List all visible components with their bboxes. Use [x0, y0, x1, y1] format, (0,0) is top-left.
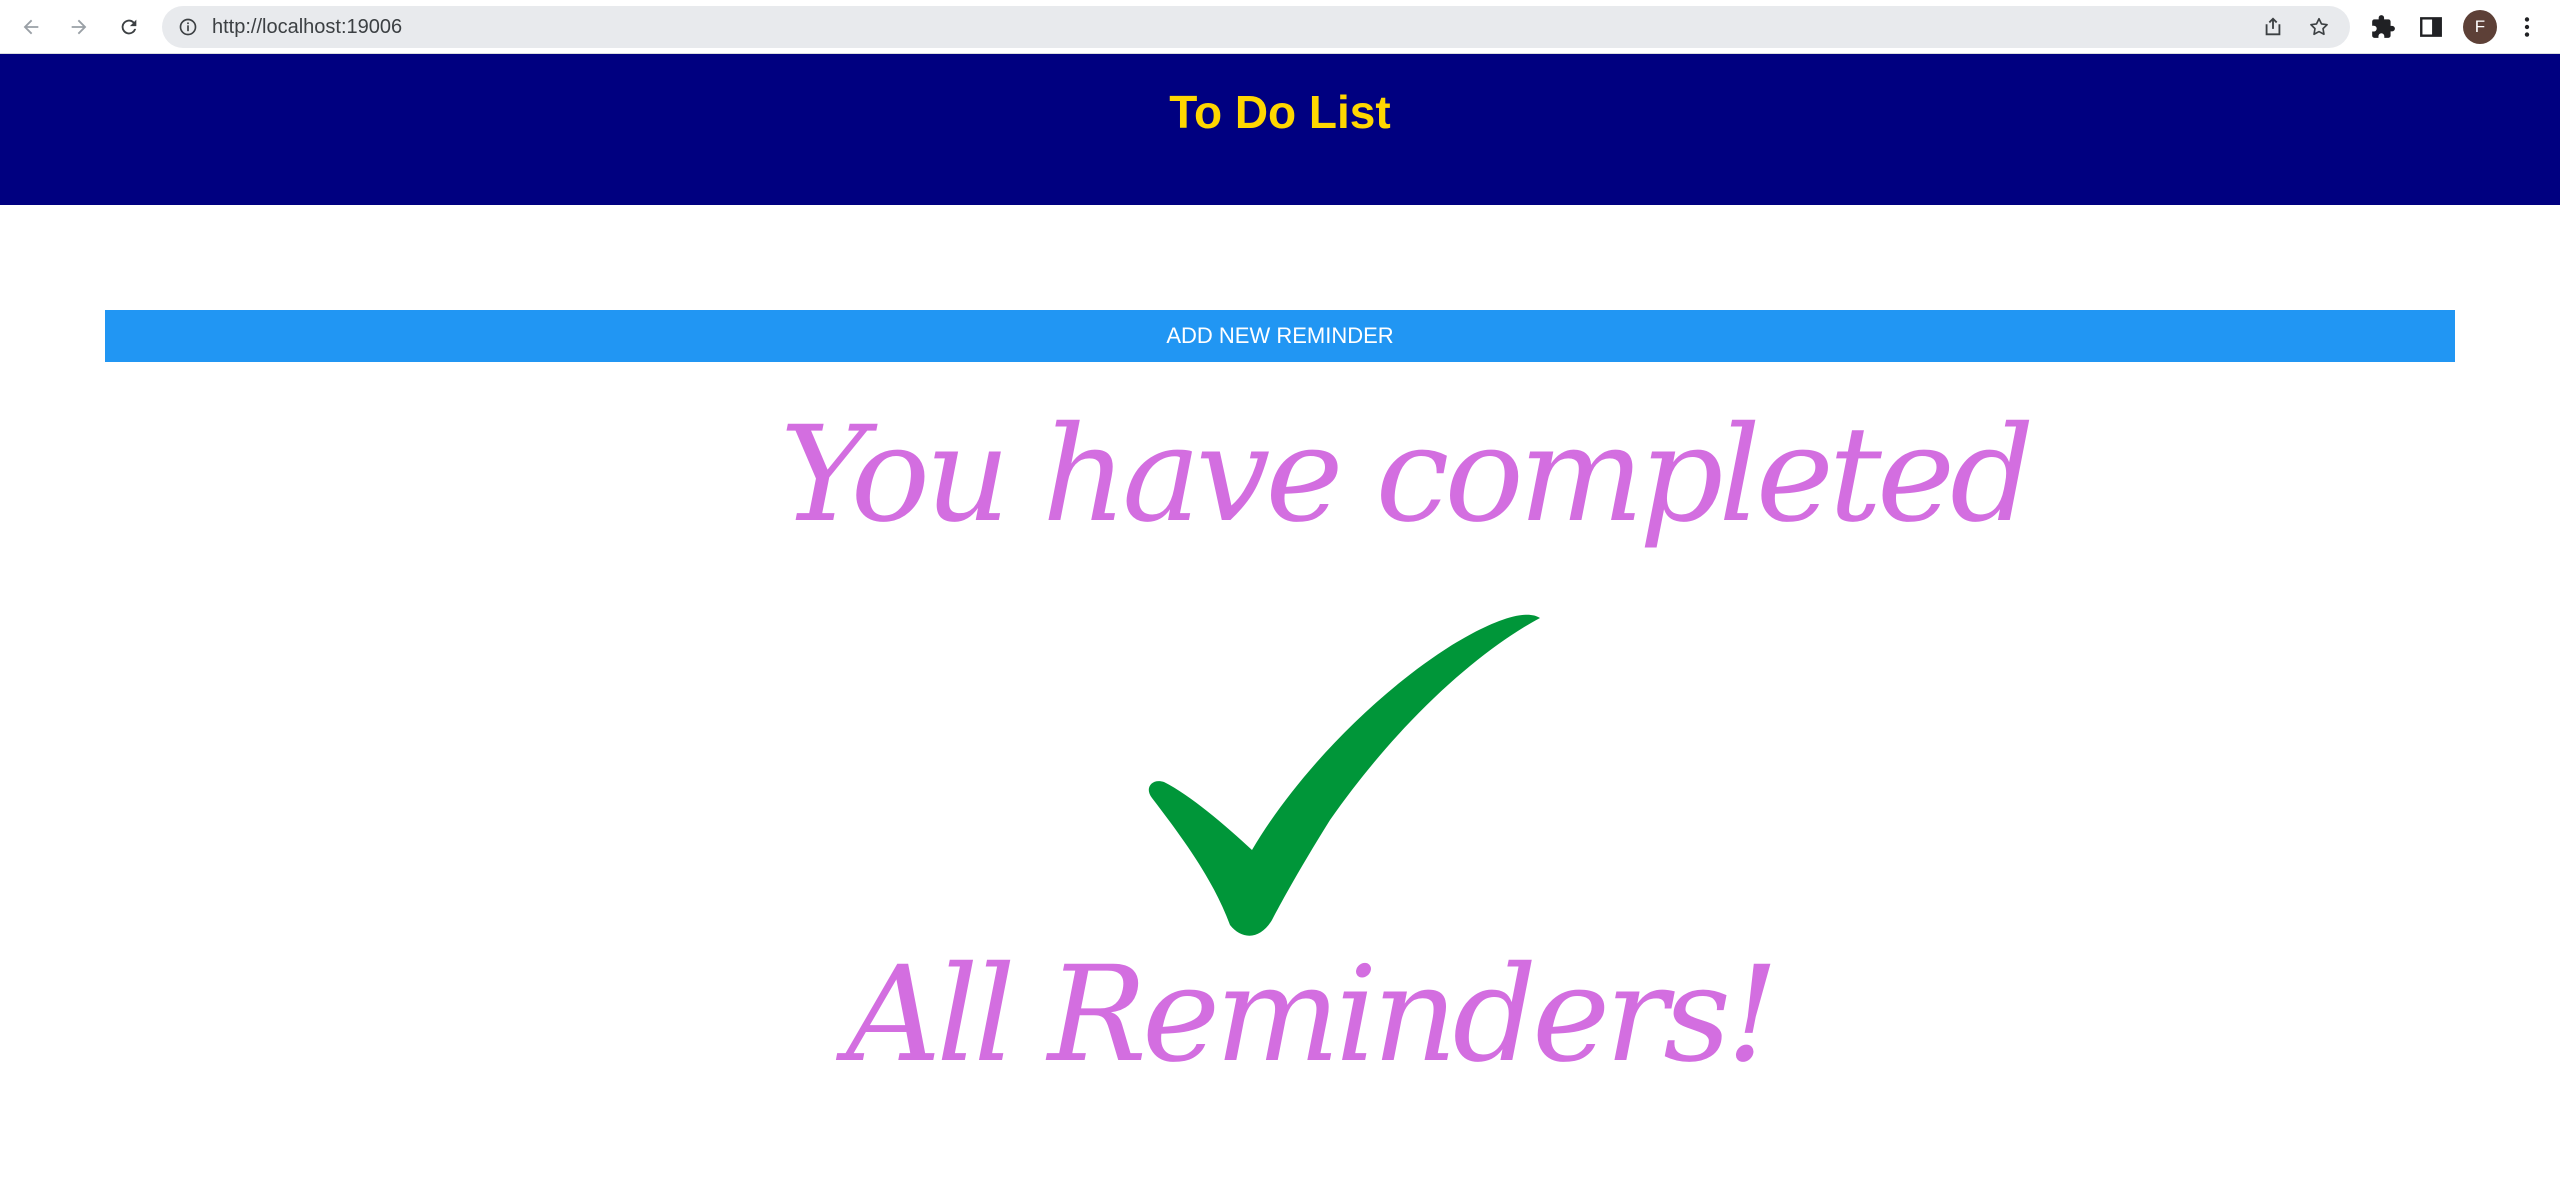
reload-icon	[121, 19, 137, 35]
more-menu-icon[interactable]	[2514, 14, 2540, 40]
extensions-icon[interactable]	[2370, 14, 2396, 40]
arrow-left-icon	[23, 19, 39, 35]
arrow-right-icon	[71, 19, 87, 35]
browser-toolbar: http://localhost:19006 F	[0, 0, 2560, 54]
add-reminder-button[interactable]: ADD NEW REMINDER	[105, 310, 2455, 362]
checkmark-icon	[1148, 614, 1540, 936]
info-icon[interactable]	[178, 17, 198, 37]
back-button[interactable]	[14, 10, 48, 44]
completed-illustration: You have completed All Reminders!	[780, 380, 2035, 1140]
share-icon[interactable]	[2262, 16, 2284, 38]
forward-button[interactable]	[62, 10, 96, 44]
page-title: To Do List	[1169, 86, 1391, 138]
profile-avatar[interactable]: F	[2463, 10, 2497, 44]
completed-message-line1: You have completed	[780, 398, 2035, 552]
reload-button[interactable]	[112, 10, 146, 44]
completed-message-line2: All Reminders!	[845, 938, 1779, 1092]
address-bar[interactable]: http://localhost:19006	[162, 6, 2350, 48]
url-text[interactable]: http://localhost:19006	[212, 6, 402, 48]
bookmark-star-icon[interactable]	[2308, 16, 2330, 38]
side-panel-icon[interactable]	[2418, 14, 2444, 40]
